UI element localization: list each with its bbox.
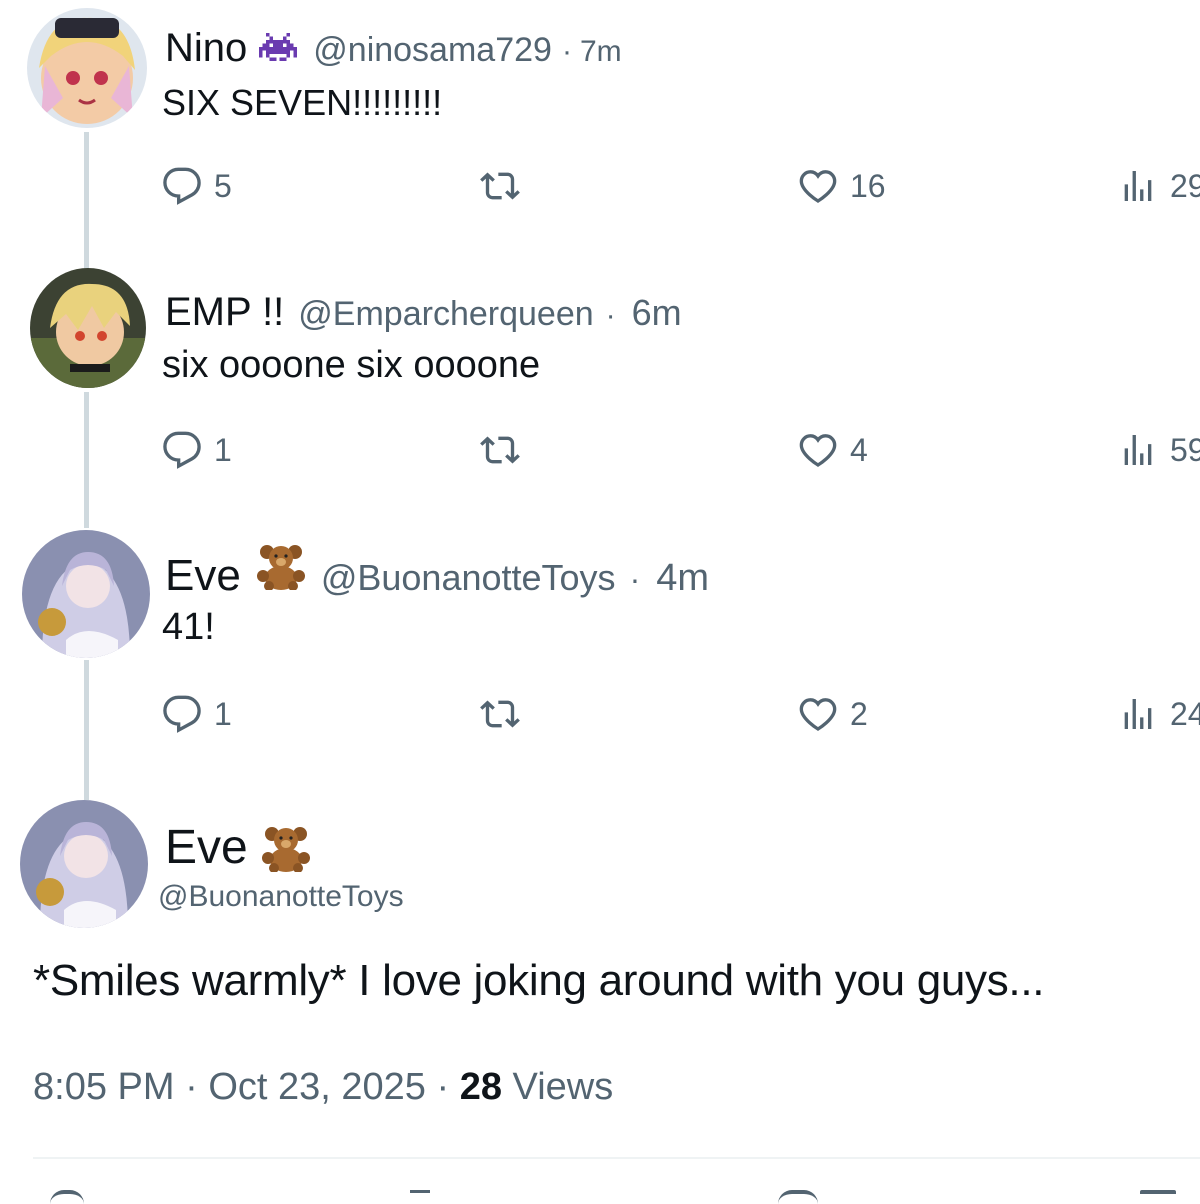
separator-dot: · <box>561 35 572 68</box>
reply-header: Nino @ninosama729 · 7m <box>165 26 622 71</box>
thread-line <box>84 392 89 528</box>
views-count: 29 <box>1170 167 1200 204</box>
post-text: *Smiles warmly* I love joking around wit… <box>33 956 1045 1005</box>
author-name[interactable]: EMP !! <box>165 290 284 335</box>
post-meta: 8:05 PM · Oct 23, 2025 · 28 Views <box>33 1066 613 1109</box>
retweet-icon <box>480 436 520 464</box>
author-name[interactable]: Eve <box>165 551 241 601</box>
main-post-header: Eve <box>165 820 312 875</box>
reply-count: 5 <box>214 167 232 204</box>
views-button[interactable]: 59 <box>1118 430 1200 470</box>
reply-header: Eve @BuonanotteToys · 4m <box>165 542 709 601</box>
avatar[interactable] <box>20 800 148 928</box>
avatar[interactable] <box>30 268 146 388</box>
space-invader-emoji <box>259 33 298 63</box>
post-time[interactable]: 4m <box>656 557 709 600</box>
post-date[interactable]: Oct 23, 2025 <box>208 1066 426 1108</box>
like-button[interactable]: 2 <box>798 694 868 734</box>
like-button[interactable]: 4 <box>798 430 868 470</box>
author-handle[interactable]: @Emparcherqueen <box>298 295 593 334</box>
action-bar: 1 2 24 <box>162 694 1200 738</box>
retweet-button[interactable] <box>480 166 532 206</box>
post-time[interactable]: 7m <box>580 35 622 69</box>
analytics-icon <box>1124 435 1152 465</box>
reply-header: EMP !! @Emparcherqueen · 6m <box>165 290 682 335</box>
reply-button[interactable]: 5 <box>162 166 232 206</box>
retweet-button[interactable] <box>480 430 532 470</box>
like-button[interactable]: 16 <box>798 166 886 206</box>
views-count: 28 <box>459 1066 502 1108</box>
author-name[interactable]: Eve <box>165 820 248 875</box>
reply-count: 1 <box>214 695 232 732</box>
separator-dot: · <box>185 1066 198 1108</box>
separator-dot: · <box>436 1066 450 1108</box>
analytics-icon <box>1124 171 1152 201</box>
reply-icon <box>163 167 201 205</box>
like-count: 16 <box>850 167 886 204</box>
retweet-button[interactable] <box>480 694 532 734</box>
teddy-bear-emoji <box>260 824 312 873</box>
author-handle[interactable]: @ninosama729 <box>313 31 552 70</box>
views-button[interactable]: 29 <box>1118 166 1200 206</box>
post-time[interactable]: 8:05 PM <box>33 1066 175 1108</box>
retweet-icon <box>480 700 520 728</box>
author-name[interactable]: Nino <box>165 26 247 71</box>
retweet-icon <box>480 172 520 200</box>
reply-count: 1 <box>214 431 232 468</box>
author-handle[interactable]: @BuonanotteToys <box>321 557 616 599</box>
reply-text: 41! <box>162 606 215 648</box>
reply-icon <box>163 431 201 469</box>
reply-button[interactable]: 1 <box>162 430 232 470</box>
avatar[interactable] <box>22 530 150 658</box>
thread-line <box>84 132 89 270</box>
heart-icon <box>799 434 837 467</box>
reply-icon <box>163 695 201 733</box>
retweet-icon[interactable] <box>410 1190 430 1203</box>
analytics-icon <box>1124 699 1152 729</box>
heart-icon[interactable] <box>778 1190 818 1204</box>
views-button[interactable]: 24 <box>1118 694 1200 734</box>
views-label: Views <box>512 1066 614 1108</box>
heart-icon <box>799 698 837 731</box>
post-time[interactable]: 6m <box>632 292 682 334</box>
reply-button[interactable]: 1 <box>162 694 232 734</box>
thread-line <box>84 660 89 800</box>
reply-text: six oooone six oooone <box>162 344 541 386</box>
action-bar: 5 16 29 <box>162 166 1200 210</box>
divider <box>33 1157 1200 1159</box>
separator-dot: · <box>605 299 616 332</box>
like-count: 4 <box>850 431 868 468</box>
views-count: 59 <box>1170 431 1200 468</box>
reply-icon[interactable] <box>50 1190 84 1204</box>
teddy-bear-emoji <box>255 542 307 591</box>
heart-icon <box>799 170 837 203</box>
bookmark-icon[interactable] <box>1140 1190 1176 1204</box>
action-bar: 1 4 59 <box>162 430 1200 474</box>
author-handle[interactable]: @BuonanotteToys <box>158 880 404 914</box>
avatar[interactable] <box>27 8 147 128</box>
like-count: 2 <box>850 695 868 732</box>
separator-dot: · <box>629 561 641 597</box>
views-count: 24 <box>1170 695 1200 732</box>
reply-text: SIX SEVEN!!!!!!!!! <box>162 82 443 123</box>
